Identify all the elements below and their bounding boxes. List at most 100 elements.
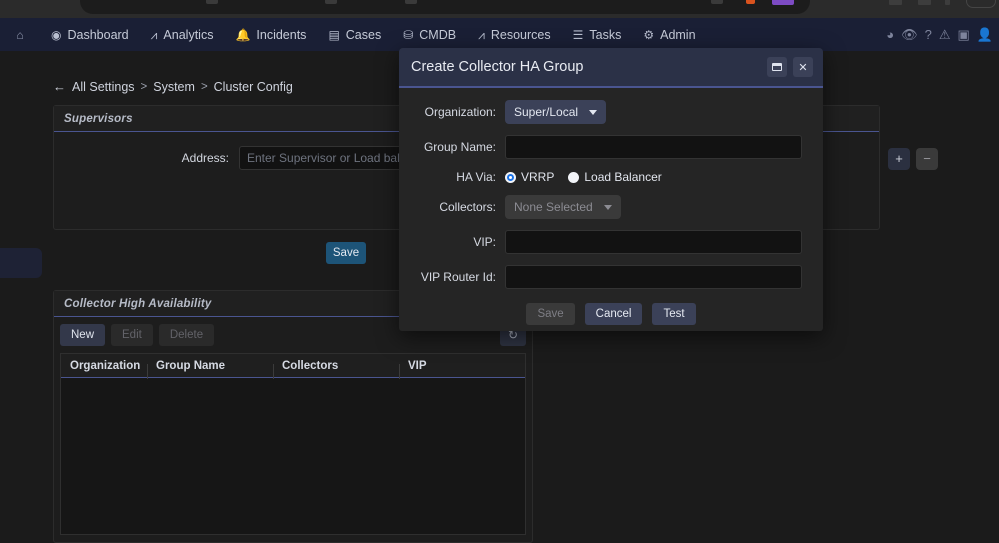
browser-mini-tab-2[interactable] — [325, 0, 337, 4]
group-name-label: Group Name: — [423, 140, 496, 154]
window-menu-button[interactable] — [945, 0, 950, 5]
nav-label-cases: Cases — [345, 27, 382, 42]
chart-icon: ⩘ — [478, 27, 485, 42]
supervisor-address-label: Address: — [181, 151, 229, 165]
collectors-label: Collectors: — [439, 200, 496, 214]
ha-via-label: HA Via: — [456, 170, 496, 184]
restore-window-icon[interactable] — [767, 57, 787, 77]
nav-item-cmdb[interactable]: ⛁ CMDB — [392, 18, 467, 51]
add-row-button[interactable]: + — [888, 148, 910, 170]
gears-icon: ⚙ — [643, 27, 655, 42]
dialog-title-bar: Create Collector HA Group ✕ — [399, 48, 823, 88]
organization-label: Organization: — [424, 105, 496, 119]
close-icon[interactable]: ✕ — [793, 57, 813, 77]
column-header-organization[interactable]: Organization — [61, 360, 147, 372]
dialog-title: Create Collector HA Group — [411, 59, 584, 75]
remove-row-button[interactable]: − — [916, 148, 938, 170]
nav-label-incidents: Incidents — [256, 27, 307, 42]
vip-router-id-label: VIP Router Id: — [420, 270, 496, 284]
browser-chrome-strip: ▪▪ — [0, 0, 999, 18]
task-list-icon: ☰ — [572, 27, 584, 42]
column-header-vip[interactable]: VIP — [399, 360, 525, 379]
dialog-save-button: Save — [526, 303, 575, 325]
back-arrow-icon[interactable]: ← — [53, 79, 66, 94]
vip-input[interactable] — [505, 230, 802, 254]
column-header-collectors[interactable]: Collectors — [273, 360, 399, 379]
create-collector-ha-group-dialog: Create Collector HA Group ✕ Organization… — [399, 48, 823, 331]
nav-label-resources: Resources — [490, 27, 551, 42]
nav-item-resources[interactable]: ⩘ Resources — [467, 18, 562, 51]
collector-ha-toolbar: New Edit Delete — [60, 324, 215, 346]
field-row-collectors: Collectors: None Selected — [399, 195, 823, 219]
nav-item-admin[interactable]: ⚙ Admin — [632, 18, 706, 51]
collectors-dropdown[interactable]: None Selected — [505, 195, 621, 219]
chevron-down-icon — [589, 109, 598, 115]
field-row-group-name: Group Name: — [399, 135, 823, 159]
main-navbar: ⌂ ◉ Dashboard ⩘ Analytics 🔔 Incidents ▤ … — [0, 18, 999, 51]
nav-item-analytics[interactable]: ⩘ Analytics — [140, 18, 225, 51]
ha-via-option-load-balancer[interactable]: Load Balancer — [568, 170, 662, 184]
breadcrumb-all-settings[interactable]: All Settings — [72, 80, 135, 94]
help-icon[interactable]: ? — [925, 28, 932, 41]
radio-unselected-icon — [568, 171, 580, 183]
new-button[interactable]: New — [60, 324, 106, 346]
browser-extension-icon-orange[interactable] — [746, 0, 755, 4]
chevron-down-icon — [603, 204, 612, 210]
supervisor-row-controls-right: + − — [888, 148, 938, 170]
window-maximize-button[interactable] — [918, 0, 931, 5]
warning-icon[interactable]: ⚠ — [939, 28, 951, 41]
gauge-icon: ◉ — [51, 27, 62, 42]
supervisors-save-button[interactable]: Save — [326, 242, 366, 264]
column-header-group-name[interactable]: Group Name — [147, 360, 273, 379]
database-icon: ⛁ — [403, 27, 414, 42]
id-card-icon[interactable]: ▣ — [958, 28, 970, 41]
window-controls-group — [966, 0, 996, 8]
home-icon[interactable]: ⌂ — [0, 28, 40, 42]
palette-icon[interactable]: ◕ — [886, 28, 894, 41]
ha-via-radio-group: VRRP Load Balancer — [505, 170, 662, 184]
organization-dropdown-value: Super/Local — [514, 105, 579, 119]
dialog-test-button[interactable]: Test — [652, 303, 696, 325]
nav-item-cases[interactable]: ▤ Cases — [317, 18, 392, 51]
user-avatar-icon[interactable]: 👤 — [977, 28, 993, 41]
browser-url-bar[interactable] — [80, 0, 810, 14]
field-row-organization: Organization: Super/Local — [399, 100, 823, 124]
eye-monitor-icon[interactable]: 👁 — [901, 28, 918, 41]
dialog-cancel-button[interactable]: Cancel — [584, 303, 643, 325]
nav-label-analytics: Analytics — [163, 27, 214, 42]
browser-extension-icon-purple[interactable] — [772, 0, 794, 5]
navbar-right-icons: ◕ 👁 ? ⚠ ▣ 👤 — [886, 18, 997, 51]
edit-button: Edit — [111, 324, 153, 346]
restore-glyph — [772, 63, 782, 71]
navbar-items: ◉ Dashboard ⩘ Analytics 🔔 Incidents ▤ Ca… — [40, 18, 707, 51]
nav-item-dashboard[interactable]: ◉ Dashboard — [40, 18, 140, 51]
collectors-dropdown-value: None Selected — [514, 200, 593, 214]
radio-selected-icon — [505, 171, 516, 183]
bar-chart-icon: ⩘ — [150, 27, 158, 42]
field-row-ha-via: HA Via: VRRP Load Balancer — [399, 170, 823, 184]
dialog-action-buttons: Save Cancel Test — [399, 303, 823, 325]
browser-mini-tab-1[interactable] — [206, 0, 218, 4]
browser-mini-tab-3[interactable] — [405, 0, 417, 4]
organization-dropdown[interactable]: Super/Local — [505, 100, 607, 124]
breadcrumb-separator-1: > — [140, 80, 148, 93]
dialog-body: Organization: Super/Local Group Name: HA… — [399, 88, 823, 325]
breadcrumb-separator-2: > — [200, 80, 208, 93]
breadcrumb-system[interactable]: System — [153, 80, 195, 94]
breadcrumb-cluster-config: Cluster Config — [213, 79, 293, 94]
window-minimize-button[interactable] — [889, 0, 902, 5]
ha-via-option-vrrp[interactable]: VRRP — [505, 170, 554, 184]
nav-item-tasks[interactable]: ☰ Tasks — [562, 18, 633, 51]
nav-item-incidents[interactable]: 🔔 Incidents — [224, 18, 317, 51]
group-name-input[interactable] — [505, 135, 802, 159]
nav-label-dashboard: Dashboard — [67, 27, 129, 42]
folder-icon: ▤ — [328, 27, 340, 42]
field-row-vip: VIP: — [399, 230, 823, 254]
breadcrumb: ← All Settings > System > Cluster Config — [53, 79, 293, 94]
grid-header-row: Organization Group Name Collectors VIP — [61, 354, 525, 379]
nav-label-admin: Admin — [660, 27, 696, 42]
browser-tab-glyph: ▪▪ — [48, 0, 56, 5]
ha-via-option-load-balancer-label: Load Balancer — [584, 170, 662, 184]
vip-router-id-input[interactable] — [505, 265, 802, 289]
browser-mini-tab-4[interactable] — [711, 0, 723, 4]
